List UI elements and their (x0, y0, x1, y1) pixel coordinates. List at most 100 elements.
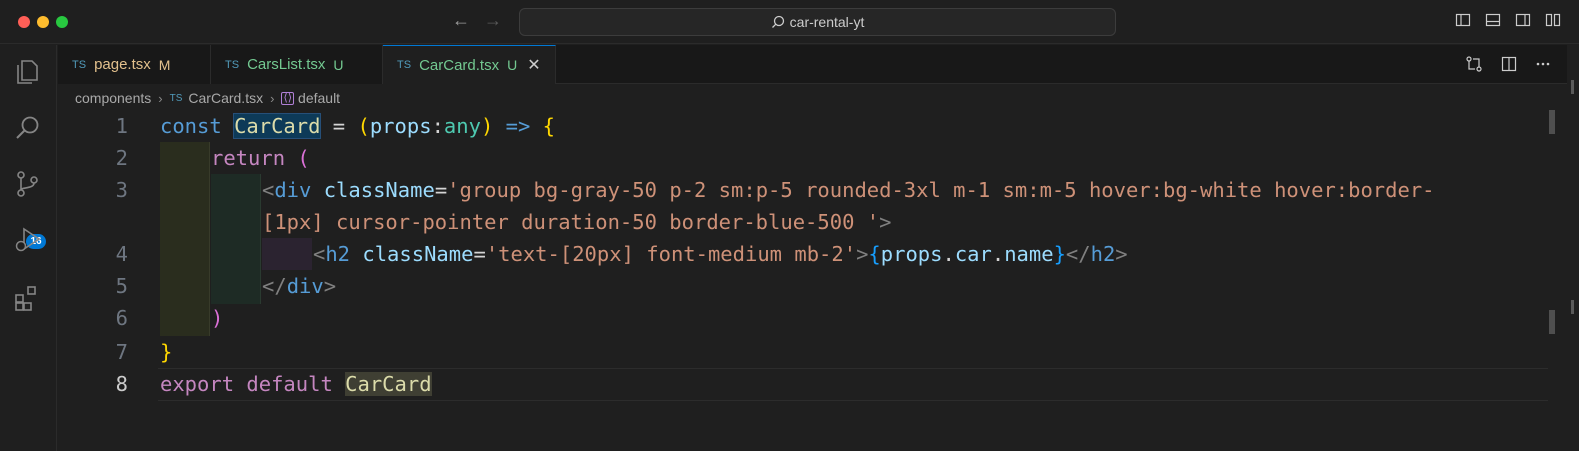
split-editor-icon[interactable] (1501, 56, 1517, 72)
token-operator: = (473, 242, 486, 266)
token-keyword: return (211, 146, 286, 170)
breadcrumb-folder[interactable]: components (75, 90, 151, 106)
more-actions-icon[interactable] (1535, 56, 1551, 72)
overview-ruler-mark (1571, 80, 1574, 94)
token-property: name (1004, 242, 1054, 266)
tab-label: CarsList.tsx (247, 56, 326, 73)
token-colon: : (431, 114, 444, 138)
token-string: 'group bg-gray-50 p-2 sm:p-5 rounded-3xl… (447, 178, 1435, 202)
indent-guide (160, 142, 210, 336)
source-control-icon[interactable] (13, 169, 43, 199)
token-tag: div (274, 178, 312, 202)
token-string: 'text-[20px] font-medium mb-2' (485, 242, 857, 266)
token-brace: { (542, 114, 555, 138)
toggle-primary-sidebar-icon[interactable] (1455, 12, 1471, 28)
editor-tab-bar: TS page.tsx M TS CarsList.tsx U TS CarCa… (58, 45, 1579, 84)
zoom-window-button[interactable] (56, 16, 68, 28)
minimize-window-button[interactable] (37, 16, 49, 28)
token-type: any (443, 114, 481, 138)
symbol-variable-icon: ⟨⟩ (281, 91, 295, 105)
line-number: 5 (115, 274, 128, 298)
vertical-scrollbar[interactable] (1549, 110, 1559, 451)
forward-arrow-icon[interactable]: → (484, 10, 502, 30)
token-identifier: CarCard (345, 372, 432, 396)
token-tag-open: < (262, 178, 275, 202)
typescript-file-icon: TS (72, 58, 87, 71)
token-keyword: export (160, 372, 235, 396)
editor-actions (1465, 55, 1551, 73)
indent-guide (211, 174, 261, 304)
close-tab-icon[interactable]: ✕ (527, 55, 540, 75)
token-tag-open: </ (1065, 242, 1091, 266)
tab-status-untracked: U (507, 57, 518, 73)
command-center-search[interactable]: car-rental-yt (519, 8, 1116, 36)
token-bracket: ) (211, 306, 224, 330)
breadcrumb-symbol[interactable]: default (298, 90, 340, 106)
token-dot: . (942, 242, 955, 266)
line-number: 7 (115, 340, 128, 364)
tab-label: CarCard.tsx (419, 56, 500, 74)
search-icon[interactable] (13, 113, 43, 143)
explorer-icon[interactable] (13, 57, 43, 87)
toggle-secondary-sidebar-icon[interactable] (1515, 12, 1531, 28)
close-window-button[interactable] (18, 16, 30, 28)
token-identifier: CarCard (233, 113, 322, 139)
tab-page-tsx[interactable]: TS page.tsx M (58, 45, 211, 84)
token-parameter: props (369, 114, 432, 138)
code-line-2: return ( (211, 142, 310, 174)
code-line-7: } (160, 336, 172, 368)
scrollbar-marker (1549, 310, 1555, 334)
line-number: 4 (115, 242, 128, 266)
code-line-4: <h2 className='text-[20px] font-medium m… (313, 238, 1128, 270)
token-brace: } (1053, 242, 1066, 266)
line-number: 2 (115, 146, 128, 170)
tab-label: page.tsx (94, 56, 151, 73)
token-tag-open: < (313, 242, 326, 266)
breadcrumb: components › TS CarCard.tsx › ⟨⟩ default (75, 88, 340, 108)
indent-guide (262, 238, 312, 270)
typescript-file-icon: TS (397, 59, 412, 71)
extensions-icon[interactable] (13, 283, 43, 313)
command-center-label: car-rental-yt (789, 14, 865, 30)
scrollbar-thumb[interactable] (1549, 110, 1555, 134)
token-tag: h2 (1090, 242, 1116, 266)
code-editor[interactable]: 1 2 3 4 5 6 7 8 const CarCard = (props:a… (58, 110, 1548, 451)
breadcrumb-file[interactable]: CarCard.tsx (188, 90, 263, 106)
code-line-1: const CarCard = (props:any) => { (160, 110, 555, 142)
token-tag-open: </ (262, 274, 287, 298)
token-brace: { (868, 242, 881, 266)
back-arrow-icon[interactable]: ← (452, 10, 470, 30)
line-number: 3 (115, 178, 128, 202)
open-changes-icon[interactable] (1465, 55, 1483, 73)
token-tag: div (286, 274, 324, 298)
token-dot: . (991, 242, 1005, 266)
token-arrow: => (493, 114, 543, 138)
toggle-panel-icon[interactable] (1485, 12, 1501, 28)
code-line-8: export default CarCard (160, 368, 432, 400)
token-string: [1px] cursor-pointer duration-50 border-… (262, 210, 880, 234)
line-number: 1 (115, 114, 128, 138)
token-operator: = (320, 114, 358, 138)
token-bracket: ( (357, 114, 370, 138)
activity-bar: 16 (0, 45, 57, 451)
overview-ruler-mark (1571, 300, 1574, 314)
chevron-right-icon: › (158, 90, 163, 106)
token-bracket: ) (480, 114, 494, 138)
token-tag-close: > (879, 210, 892, 234)
token-attribute: className (362, 242, 474, 266)
line-number: 8 (115, 372, 128, 396)
tab-carcard-tsx[interactable]: TS CarCard.tsx U ✕ (383, 45, 556, 84)
tab-carslist-tsx[interactable]: TS CarsList.tsx U (211, 45, 383, 84)
token-attribute: className (323, 178, 435, 202)
tab-status-untracked: U (333, 56, 344, 73)
token-property: car (954, 242, 992, 266)
token-tag: h2 (325, 242, 351, 266)
tab-status-modified: M (158, 56, 171, 73)
token-keyword: default (234, 372, 346, 396)
run-debug-icon[interactable] (13, 225, 43, 255)
token-bracket: ( (285, 146, 310, 170)
customize-layout-icon[interactable] (1545, 12, 1561, 28)
chevron-right-icon: › (270, 90, 275, 106)
token-keyword: const (160, 114, 222, 138)
token-tag-close: > (856, 242, 869, 266)
